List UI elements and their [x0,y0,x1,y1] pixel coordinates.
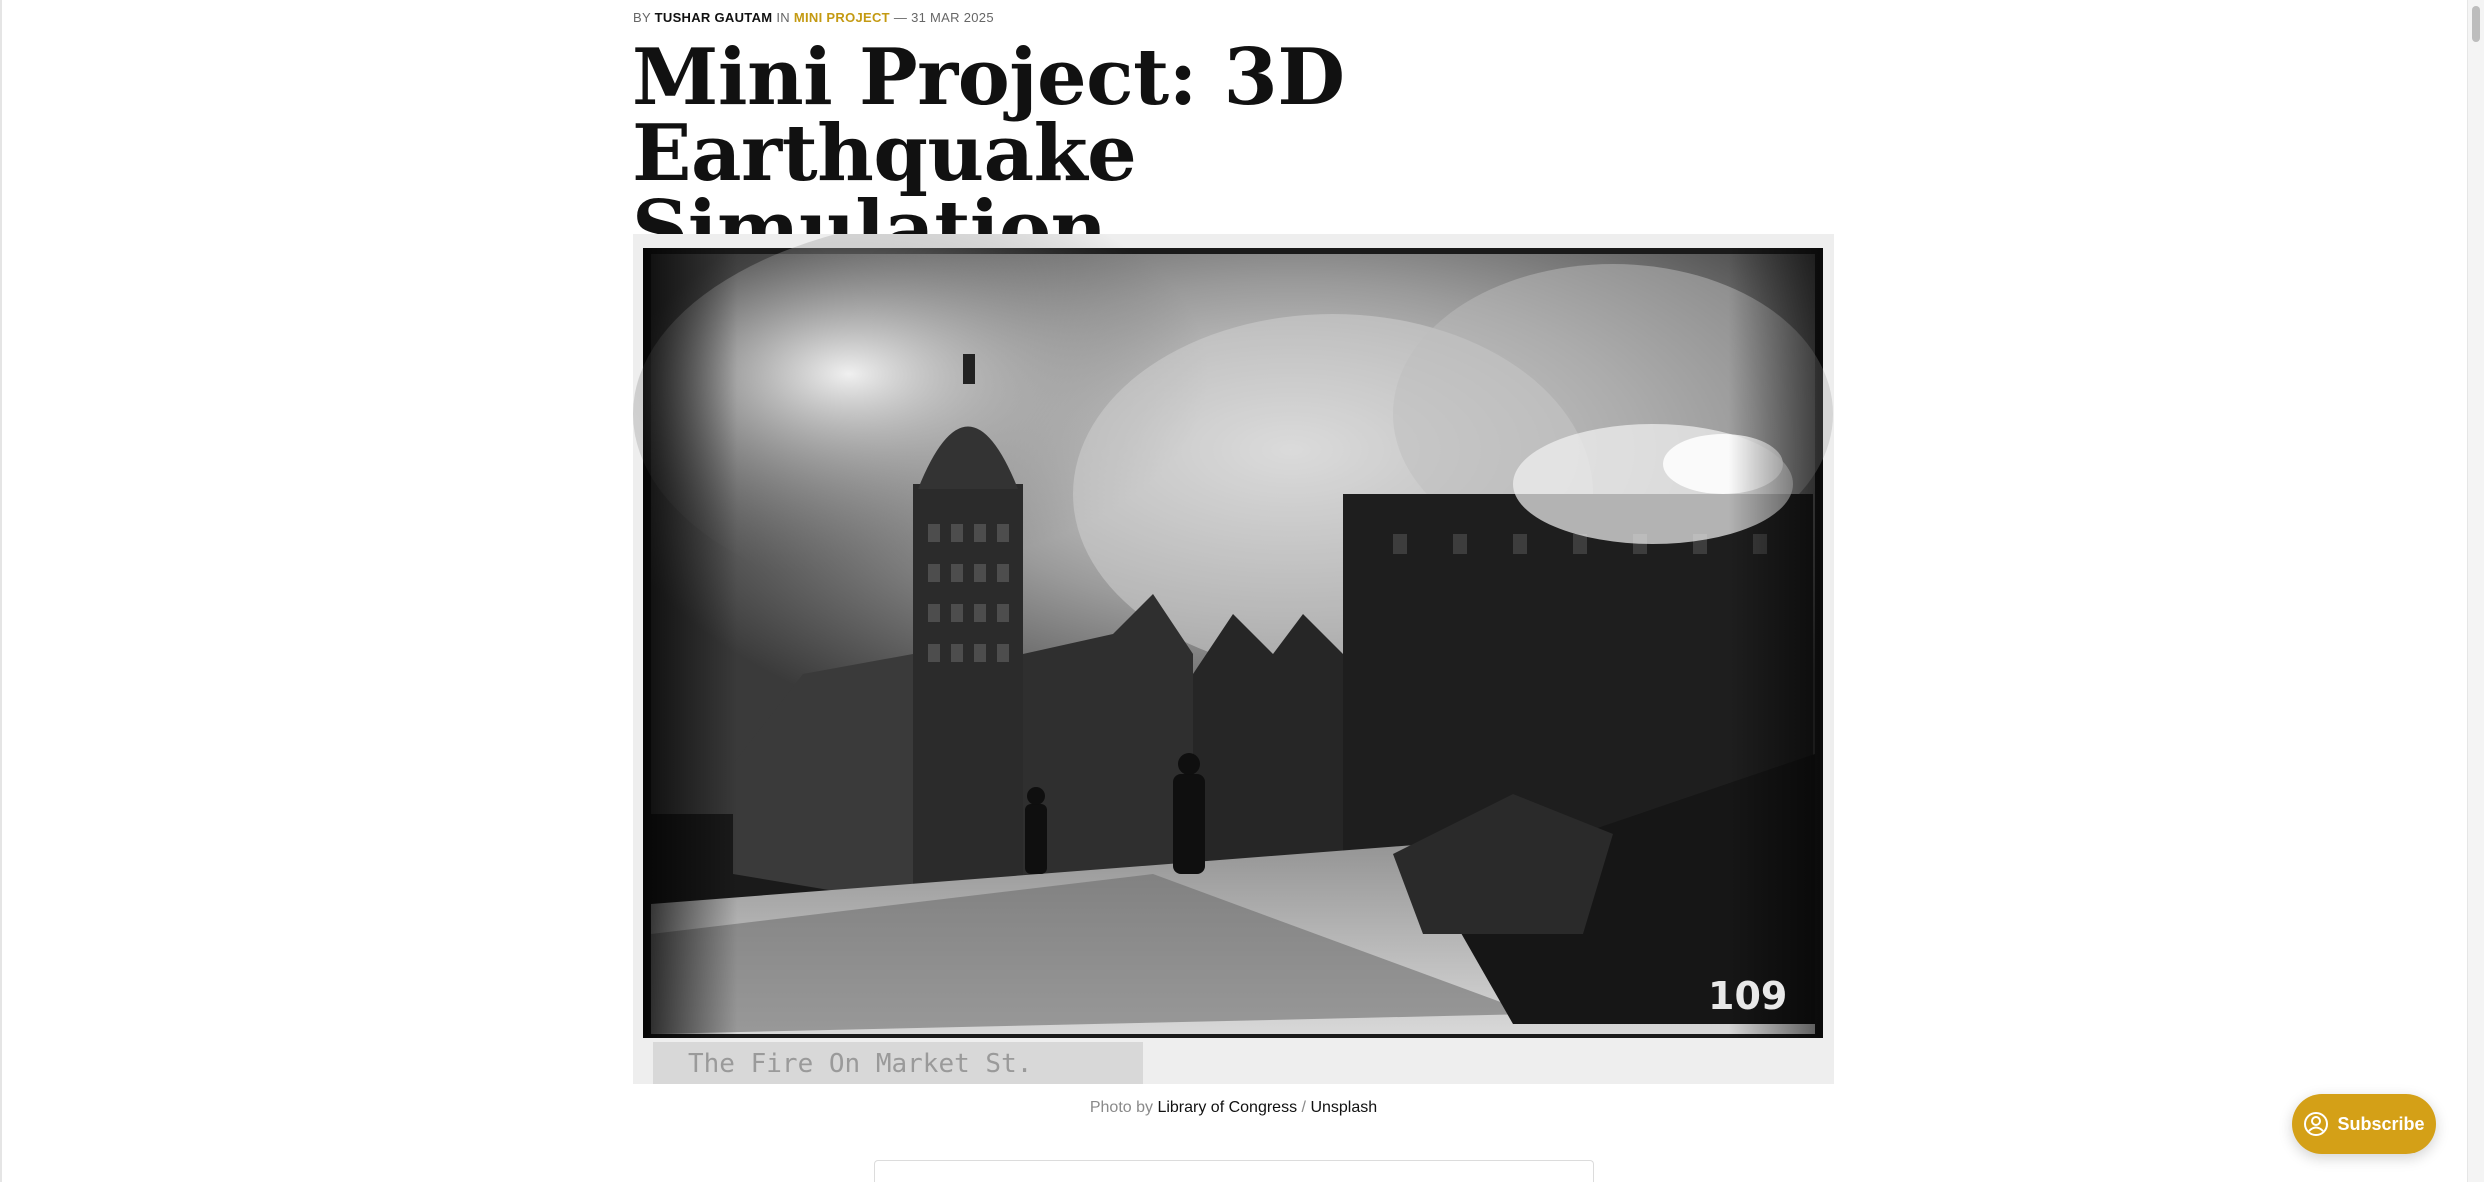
byline-by: BY [633,10,651,25]
caption-separator: / [1301,1099,1306,1116]
page-edge [0,0,2,1182]
plate-number: 109 [1708,974,1787,1018]
article-content-card [874,1160,1594,1182]
tag-link[interactable]: MINI PROJECT [794,10,890,25]
plate-caption: The Fire On Market St. [688,1049,1032,1079]
portal-icon [2303,1111,2329,1137]
byline: BY TUSHAR GAUTAM IN MINI PROJECT — 31 MA… [633,10,994,25]
caption-source-link[interactable]: Unsplash [1310,1099,1377,1116]
publish-date: 31 MAR 2025 [911,10,994,25]
caption-credit-link[interactable]: Library of Congress [1157,1099,1297,1116]
subscribe-label: Subscribe [2337,1113,2425,1134]
scrollbar[interactable] [2467,0,2484,1182]
image-caption: Photo by Library of Congress / Unsplash [633,1099,1834,1117]
article-title-line1: Mini Project: 3D Earthquake [632,32,1345,199]
caption-prefix: Photo by [1089,1099,1153,1116]
byline-dash: — [893,10,908,25]
scrollbar-thumb[interactable] [2472,6,2480,42]
byline-in: IN [776,10,790,25]
subscribe-button[interactable]: Subscribe [2292,1094,2436,1154]
feature-image-graphic: 109 The Fire On Market St. [633,234,1834,1084]
feature-image: 109 The Fire On Market St. [633,234,1834,1084]
author-link[interactable]: TUSHAR GAUTAM [655,10,773,25]
page: BY TUSHAR GAUTAM IN MINI PROJECT — 31 MA… [0,0,2484,1182]
